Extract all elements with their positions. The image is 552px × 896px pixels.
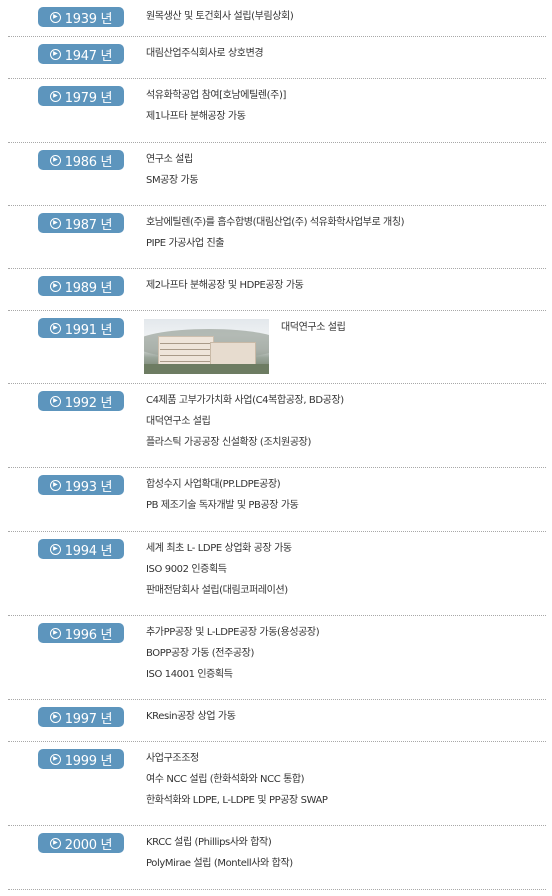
year-badge: ▶ 1939 년 bbox=[38, 7, 124, 27]
year-badge: ▶ 1986 년 bbox=[38, 150, 124, 170]
event-item: 원목생산 및 토건회사 설립(부림상회) bbox=[146, 11, 294, 22]
arrow-circle-icon: ▶ bbox=[49, 280, 61, 292]
year-label: 1947 년 bbox=[64, 48, 113, 64]
year-badge: ▶ 1989 년 bbox=[38, 276, 124, 296]
arrow-circle-icon: ▶ bbox=[49, 154, 61, 166]
arrow-circle-icon: ▶ bbox=[49, 322, 61, 334]
year-badge: ▶ 1987 년 bbox=[38, 213, 124, 233]
event-item: KRCC 설립 (Phillips사와 합작) bbox=[146, 837, 272, 848]
event-list: 대림산업주식회사로 상호변경 bbox=[146, 43, 264, 64]
event-item: PIPE 가공사업 진출 bbox=[146, 238, 225, 249]
event-item: 연구소 설립 bbox=[146, 154, 193, 165]
event-list: 세계 최초 L- LDPE 상업화 공장 가동 ISO 9002 인증획득판매전담… bbox=[146, 538, 292, 601]
event-item: ISO 9002 인증획득 bbox=[146, 564, 227, 575]
photo-caption: 대덕연구소 설립 bbox=[281, 322, 346, 333]
event-list: 제2나프타 분해공장 및 HDPE공장 가동 bbox=[146, 275, 304, 296]
event-list: 석유화학공업 참여[호남에틸렌(주)] 제1나프타 분해공장 가동 bbox=[146, 85, 286, 127]
event-item: 석유화학공업 참여[호남에틸렌(주)] bbox=[146, 90, 286, 101]
year-badge: ▶ 1994 년 bbox=[38, 539, 124, 559]
year-label: 1993 년 bbox=[64, 479, 113, 495]
year-label: 1939 년 bbox=[64, 11, 113, 27]
timeline-row: ▶ 2000 년 KRCC 설립 (Phillips사와 합작) PolyMirae … bbox=[0, 826, 552, 890]
event-list: 연구소 설립 SM공장 가동 bbox=[146, 149, 199, 191]
event-list: 합성수지 사업확대(PP.LDPE공장) PB 제조기술 독자개발 및 PB공장 … bbox=[146, 474, 299, 516]
timeline-row: ▶ 1994 년 세계 최초 L- LDPE 상업화 공장 가동 ISO 9002 인… bbox=[0, 532, 552, 616]
year-label: 1996 년 bbox=[64, 627, 113, 643]
event-item: 여수 NCC 설립 (한화석화와 NCC 통합) bbox=[146, 774, 305, 785]
timeline-row: ▶ 1991 년 대덕연구소 설립 bbox=[0, 311, 552, 384]
event-item: 추가PP공장 및 L-LDPE공장 가동(용성공장) bbox=[146, 627, 320, 638]
event-item: KResin공장 상업 가동 bbox=[146, 711, 236, 722]
arrow-circle-icon: ▶ bbox=[49, 395, 61, 407]
year-badge: ▶ 1992 년 bbox=[38, 391, 124, 411]
event-item: 판매전담회사 설립(대림코퍼레이션) bbox=[146, 585, 288, 596]
event-item: 대덕연구소 설립 bbox=[146, 416, 211, 427]
event-item: C4제품 고부가가치화 사업(C4복합공장, BD공장) bbox=[146, 395, 344, 406]
year-label: 1992 년 bbox=[64, 395, 113, 411]
year-label: 1997 년 bbox=[64, 711, 113, 727]
arrow-circle-icon: ▶ bbox=[49, 837, 61, 849]
arrow-circle-icon: ▶ bbox=[49, 627, 61, 639]
timeline-row: ▶ 1947 년 대림산업주식회사로 상호변경 bbox=[0, 37, 552, 79]
arrow-circle-icon: ▶ bbox=[49, 217, 61, 229]
event-list: KResin공장 상업 가동 bbox=[146, 706, 236, 727]
event-item: 제2나프타 분해공장 및 HDPE공장 가동 bbox=[146, 280, 304, 291]
event-list: KRCC 설립 (Phillips사와 합작) PolyMirae 설립 (Mon… bbox=[146, 832, 293, 874]
timeline-row: ▶ 1999 년 사업구조조정여수 NCC 설립 (한화석화와 NCC 통합) 한화석… bbox=[0, 742, 552, 826]
arrow-circle-icon: ▶ bbox=[49, 543, 61, 555]
year-badge: ▶ 2000 년 bbox=[38, 833, 124, 853]
timeline-row: ▶ 1996 년 추가PP공장 및 L-LDPE공장 가동(용성공장) BOPP공장 … bbox=[0, 616, 552, 700]
arrow-circle-icon: ▶ bbox=[49, 11, 61, 23]
event-list: 호남에틸렌(주)를 흡수합병(대림산업(주) 석유화학사업부로 개칭) PIPE … bbox=[146, 212, 405, 254]
event-item: 대림산업주식회사로 상호변경 bbox=[146, 48, 264, 59]
year-badge: ▶ 1947 년 bbox=[38, 44, 124, 64]
event-list: 사업구조조정여수 NCC 설립 (한화석화와 NCC 통합) 한화석화와 LDPE… bbox=[146, 748, 328, 811]
year-badge: ▶ 1996 년 bbox=[38, 623, 124, 643]
arrow-circle-icon: ▶ bbox=[49, 753, 61, 765]
event-item: PB 제조기술 독자개발 및 PB공장 가동 bbox=[146, 500, 299, 511]
arrow-circle-icon: ▶ bbox=[49, 90, 61, 102]
event-item: 사업구조조정 bbox=[146, 753, 199, 764]
event-item: BOPP공장 가동 (전주공장) bbox=[146, 648, 254, 659]
event-list: 추가PP공장 및 L-LDPE공장 가동(용성공장) BOPP공장 가동 (전주공… bbox=[146, 622, 320, 685]
arrow-circle-icon: ▶ bbox=[49, 711, 61, 723]
event-list: C4제품 고부가가치화 사업(C4복합공장, BD공장) 대덕연구소 설립플라스틱… bbox=[146, 390, 344, 453]
timeline-row: ▶ 1989 년 제2나프타 분해공장 및 HDPE공장 가동 bbox=[0, 269, 552, 311]
timeline-row: ▶ 1979 년 석유화학공업 참여[호남에틸렌(주)] 제1나프타 분해공장 가동 bbox=[0, 79, 552, 143]
event-item: 제1나프타 분해공장 가동 bbox=[146, 111, 246, 122]
event-item: PolyMirae 설립 (Montell사와 합작) bbox=[146, 858, 293, 869]
event-item: 세계 최초 L- LDPE 상업화 공장 가동 bbox=[146, 543, 292, 554]
year-label: 1994 년 bbox=[64, 543, 113, 559]
event-list: 원목생산 및 토건회사 설립(부림상회) bbox=[146, 6, 294, 27]
event-item: 플라스틱 가공공장 신설확장 (조치원공장) bbox=[146, 437, 311, 448]
year-label: 1989 년 bbox=[64, 280, 113, 296]
event-item: 한화석화와 LDPE, L-LDPE 및 PP공장 SWAP bbox=[146, 795, 328, 806]
timeline-row: ▶ 1992 년 C4제품 고부가가치화 사업(C4복합공장, BD공장) 대덕연구소… bbox=[0, 384, 552, 468]
year-badge: ▶ 1999 년 bbox=[38, 749, 124, 769]
year-label: 1991 년 bbox=[64, 322, 113, 338]
timeline-row: ▶ 1939 년 원목생산 및 토건회사 설립(부림상회) bbox=[0, 0, 552, 37]
year-label: 2000 년 bbox=[64, 837, 113, 853]
research-building-photo bbox=[144, 319, 269, 374]
arrow-circle-icon: ▶ bbox=[49, 479, 61, 491]
timeline-row: ▶ 1987 년 호남에틸렌(주)를 흡수합병(대림산업(주) 석유화학사업부로 개… bbox=[0, 206, 552, 269]
year-badge: ▶ 1979 년 bbox=[38, 86, 124, 106]
event-item: ISO 14001 인증획득 bbox=[146, 669, 233, 680]
year-badge: ▶ 1991 년 bbox=[38, 318, 124, 338]
timeline-row: ▶ 1993 년 합성수지 사업확대(PP.LDPE공장) PB 제조기술 독자개발 … bbox=[0, 468, 552, 532]
year-badge: ▶ 1997 년 bbox=[38, 707, 124, 727]
event-item: 호남에틸렌(주)를 흡수합병(대림산업(주) 석유화학사업부로 개칭) bbox=[146, 217, 405, 228]
year-badge: ▶ 1993 년 bbox=[38, 475, 124, 495]
timeline-row: ▶ 1997 년 KResin공장 상업 가동 bbox=[0, 700, 552, 742]
year-label: 1979 년 bbox=[64, 90, 113, 106]
timeline-row: ▶ 1986 년 연구소 설립 SM공장 가동 bbox=[0, 143, 552, 206]
arrow-circle-icon: ▶ bbox=[49, 48, 61, 60]
year-label: 1999 년 bbox=[64, 753, 113, 769]
row-divider bbox=[8, 889, 546, 890]
year-label: 1986 년 bbox=[64, 154, 113, 170]
year-label: 1987 년 bbox=[64, 217, 113, 233]
event-item: 합성수지 사업확대(PP.LDPE공장) bbox=[146, 479, 281, 490]
timeline: ▶ 1939 년 원목생산 및 토건회사 설립(부림상회) ▶ 1947 년 대림산업주식… bbox=[0, 0, 552, 896]
event-item: SM공장 가동 bbox=[146, 175, 199, 186]
